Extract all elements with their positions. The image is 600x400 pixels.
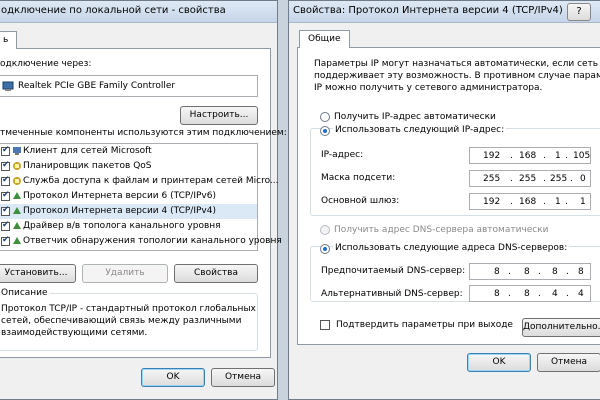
preferred-dns-field[interactable]: 8. 8. 8. 8: [469, 263, 591, 280]
list-item-selected[interactable]: Протокол Интернета версии 4 (TCP/IPv4): [0, 204, 257, 219]
validate-settings-label[interactable]: Подтвердить параметры при выходе: [336, 320, 513, 330]
network-adapter-icon: [2, 81, 14, 91]
configure-button[interactable]: Настроить...: [180, 106, 258, 125]
list-item[interactable]: Планировщик пакетов QoS: [0, 159, 257, 174]
description-group: Описание Протокол TCP/IP - стандартный п…: [0, 288, 258, 351]
remove-button[interactable]: Удалить: [82, 264, 168, 283]
ip-address-field[interactable]: 192. 168. 1. 105: [469, 147, 591, 164]
ok-button[interactable]: OK: [141, 368, 205, 387]
manual-dns-radio[interactable]: [320, 244, 330, 254]
description-text: Протокол TCP/IP - стандартный протокол г…: [1, 304, 256, 314]
list-item[interactable]: Драйвер в/в тополога канального уровня: [0, 219, 257, 234]
component-checkbox[interactable]: [1, 145, 10, 156]
cancel-button[interactable]: Отмена: [211, 368, 275, 387]
mask-label: Маска подсети:: [321, 173, 396, 183]
info-text: IP можно получить у сетевого администрат…: [314, 83, 543, 93]
info-text: поддерживает эту возможность. В противно…: [314, 71, 600, 81]
window-title: Свойства: Протокол Интернета версии 4 (T…: [293, 5, 563, 16]
validate-settings-checkbox[interactable]: [320, 320, 330, 330]
lan-properties-window: одключение по локальной сети - свойства …: [0, 0, 287, 400]
manual-ip-radio[interactable]: [320, 126, 330, 136]
ok-button[interactable]: OK: [467, 353, 531, 372]
tab-networking[interactable]: ь: [0, 31, 18, 49]
adapter-box: Realtek PCIe GBE Family Controller: [0, 75, 258, 97]
cancel-button[interactable]: Отмена: [537, 353, 600, 372]
protocol-icon: [13, 222, 21, 229]
component-checkbox[interactable]: [1, 220, 10, 231]
list-item[interactable]: Служба доступа к файлам и принтерам сете…: [0, 174, 279, 189]
ipv4-properties-window: Свойства: Протокол Интернета версии 4 (T…: [288, 0, 600, 400]
advanced-button[interactable]: Дополнительно...: [522, 318, 600, 337]
list-item[interactable]: Клиент для сетей Microsoft: [0, 144, 257, 159]
service-icon: [13, 162, 21, 170]
components-label: тмеченные компоненты используются этим п…: [0, 128, 287, 138]
protocol-icon: [13, 207, 21, 214]
adapter-name: Realtek PCIe GBE Family Controller: [18, 81, 176, 91]
component-checkbox[interactable]: [1, 160, 10, 171]
tab-general[interactable]: Общие: [299, 30, 350, 48]
ip-group: Использовать следующий IP-адрес: IP-адре…: [310, 125, 600, 216]
protocol-icon: [13, 237, 21, 244]
manual-ip-label[interactable]: Использовать следующий IP-адрес:: [333, 125, 507, 135]
auto-dns-radio[interactable]: [320, 225, 330, 235]
preferred-dns-label: Предпочитаемый DNS-сервер:: [321, 266, 466, 276]
subnet-mask-field[interactable]: 255. 255. 255. 0: [469, 170, 591, 187]
gateway-label: Основной шлюз:: [321, 196, 400, 206]
component-checkbox[interactable]: [1, 235, 10, 246]
install-button[interactable]: Установить...: [0, 264, 76, 283]
tab-panel: одключение через: Realtek PCIe GBE Famil…: [0, 48, 287, 358]
gateway-field[interactable]: 192. 168. 1. 1: [469, 193, 591, 210]
component-checkbox[interactable]: [1, 175, 10, 186]
alternate-dns-field[interactable]: 8. 8. 4. 4: [469, 285, 591, 302]
client-icon: [13, 147, 21, 155]
description-legend: Описание: [0, 288, 50, 298]
dns-group: Использовать следующие адреса DNS-сервер…: [310, 243, 600, 302]
component-checkbox[interactable]: [1, 190, 10, 201]
lan-properties-titlebar[interactable]: одключение по локальной сети - свойства: [0, 1, 277, 23]
list-item[interactable]: Протокол Интернета версии 6 (TCP/IPv6): [0, 189, 257, 204]
components-list[interactable]: Клиент для сетей Microsoft Планировщик п…: [0, 143, 282, 251]
window-title: одключение по локальной сети - свойства: [1, 5, 226, 16]
properties-button[interactable]: Свойства: [174, 264, 258, 283]
help-button[interactable]: ?: [567, 3, 591, 21]
ipv4-properties-titlebar[interactable]: Свойства: Протокол Интернета версии 4 (T…: [289, 1, 600, 23]
manual-dns-label[interactable]: Использовать следующие адреса DNS-сервер…: [333, 243, 570, 253]
description-text: сетей, обеспечивающий связь между различ…: [1, 316, 242, 326]
description-text: взаимодействующими сетями.: [1, 328, 148, 338]
auto-ip-label[interactable]: Получить IP-адрес автоматически: [334, 112, 496, 122]
connect-via-label: одключение через:: [0, 59, 92, 69]
auto-dns-label[interactable]: Получить адрес DNS-сервера автоматически: [334, 225, 549, 235]
ip-label: IP-адрес:: [321, 150, 364, 160]
auto-ip-radio[interactable]: [320, 112, 330, 122]
service-icon: [13, 177, 21, 185]
list-item[interactable]: Ответчик обнаружения топологии канальног…: [0, 234, 282, 249]
alternate-dns-label: Альтернативный DNS-сервер:: [321, 289, 463, 299]
help-icon: ?: [576, 6, 582, 17]
component-checkbox[interactable]: [1, 205, 10, 216]
protocol-icon: [13, 192, 21, 199]
tab-panel: Параметры IP могут назначаться автоматич…: [297, 47, 600, 345]
info-text: Параметры IP могут назначаться автоматич…: [314, 59, 599, 69]
